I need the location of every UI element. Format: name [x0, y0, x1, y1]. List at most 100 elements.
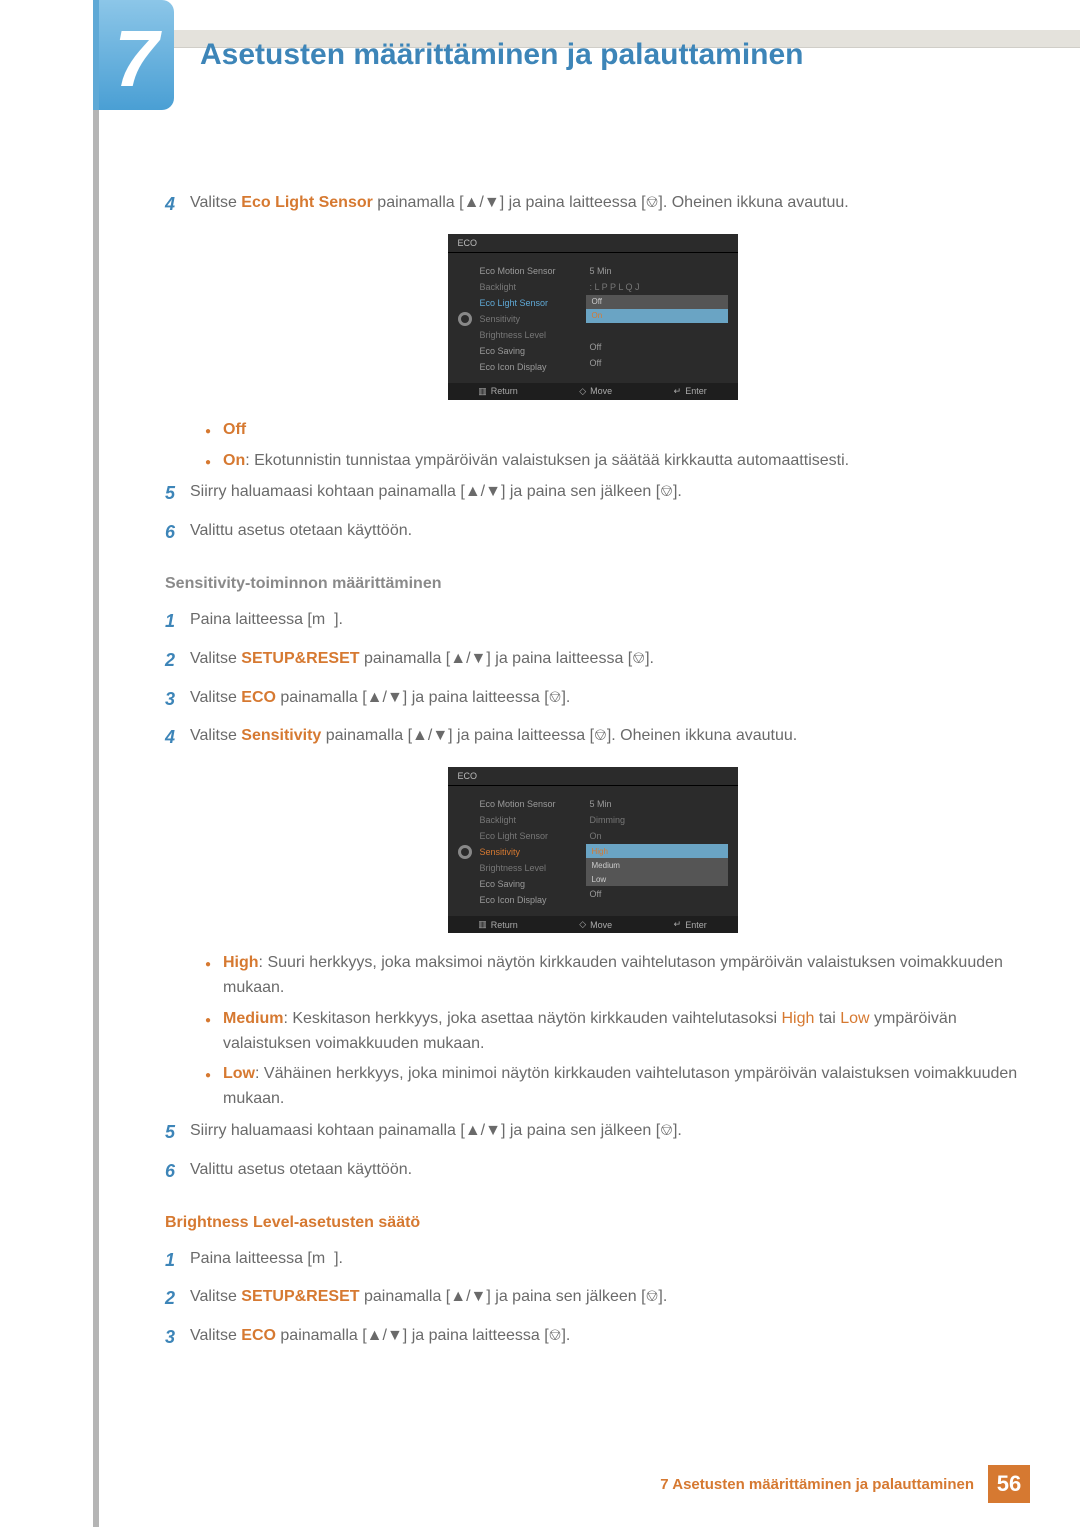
up-down-icon: ▲/▼ [465, 485, 501, 499]
osd-value: 5 Min [586, 796, 728, 812]
osd-item: Eco Icon Display [476, 359, 586, 375]
osd-item: Eco Motion Sensor [476, 263, 586, 279]
osd-item-selected: Eco Light Sensor [476, 295, 586, 311]
osd-item: Sensitivity [476, 311, 586, 327]
step-number: 3 [165, 685, 190, 714]
step-number: 3 [165, 1323, 190, 1352]
step-number: 5 [165, 1118, 190, 1147]
osd-value: Off [586, 886, 728, 902]
bullet-high: ● High: Suuri herkkyys, joka maksimoi nä… [205, 951, 1020, 1001]
osd-value [586, 323, 728, 339]
bullet-icon: ● [205, 951, 223, 1001]
step-number: 4 [165, 190, 190, 219]
up-down-icon: ▲/▼ [412, 729, 448, 743]
enter-icon: ⎊ [549, 690, 562, 704]
osd-value: Off [586, 355, 728, 371]
enter-icon: ⎊ [660, 485, 673, 499]
up-down-icon: ▲/▼ [450, 652, 486, 666]
enter-icon: ⎊ [632, 652, 645, 666]
up-down-icon: ▲/▼ [367, 690, 403, 704]
up-down-icon: ▲/▼ [464, 196, 500, 210]
osd-option-highlight: On [586, 309, 728, 323]
gear-icon [458, 845, 472, 859]
step-c3: 3 Valitse ECO painamalla [▲/▼] ja paina … [165, 1323, 1020, 1352]
osd-value: 5 Min [586, 263, 728, 279]
enter-icon: ⎊ [549, 1329, 562, 1343]
step-6: 6 Valittu asetus otetaan käyttöön. [165, 518, 1020, 547]
step-text: Valittu asetus otetaan käyttöön. [190, 518, 1020, 547]
step-b2: 2 Valitse SETUP&RESET painamalla [▲/▼] j… [165, 646, 1020, 675]
step-number: 1 [165, 607, 190, 636]
chapter-badge: 7 [99, 0, 174, 110]
footer-chapter-title: 7 Asetusten määrittäminen ja palauttamin… [660, 1476, 974, 1493]
bullet-on: ● On: Ekotunnistin tunnistaa ympäröivän … [205, 449, 1020, 474]
osd-item: Eco Saving [476, 343, 586, 359]
enter-icon: ⎊ [646, 196, 659, 210]
step-4: 4 Valitse Eco Light Sensor painamalla [▲… [165, 190, 1020, 219]
bullet-off: ● Off [205, 418, 1020, 443]
step-text: Valitse Eco Light Sensor painamalla [▲/▼… [190, 190, 1020, 219]
osd-menu-1: ECO Eco Motion Sensor Backlight Eco Ligh… [448, 234, 738, 400]
step-text: Siirry haluamaasi kohtaan painamalla [▲/… [190, 479, 1020, 508]
osd-item: Backlight [476, 812, 586, 828]
section-heading-brightness: Brightness Level-asetusten säätö [165, 1214, 1020, 1232]
move-icon: ◇ [579, 386, 586, 397]
osd-footer: ▥Return ◇Move ↵Enter [448, 916, 738, 933]
step-number: 6 [165, 518, 190, 547]
m-icon: m [312, 1250, 325, 1267]
osd-value: : L P P L Q J [586, 279, 728, 295]
content-area: 4 Valitse Eco Light Sensor painamalla [▲… [165, 190, 1020, 1362]
step-c2: 2 Valitse SETUP&RESET painamalla [▲/▼] j… [165, 1284, 1020, 1313]
osd-value: Off [586, 339, 728, 355]
osd-popup: High Medium Low [586, 844, 728, 886]
osd-item: Brightness Level [476, 860, 586, 876]
bullet-icon: ● [205, 1007, 223, 1057]
bullet-medium: ● Medium: Keskitason herkkyys, joka aset… [205, 1007, 1020, 1057]
step-b1: 1 Paina laitteessa [m ]. [165, 607, 1020, 636]
enter-icon: ↵ [674, 386, 682, 397]
osd-item: Backlight [476, 279, 586, 295]
up-down-icon: ▲/▼ [367, 1329, 403, 1343]
page-number: 56 [988, 1465, 1030, 1503]
step-b4: 4 Valitse Sensitivity painamalla [▲/▼] j… [165, 723, 1020, 752]
osd-menu-2: ECO Eco Motion Sensor Backlight Eco Ligh… [448, 767, 738, 933]
osd-title: ECO [448, 234, 738, 253]
osd-item: Eco Motion Sensor [476, 796, 586, 812]
osd-title: ECO [448, 767, 738, 786]
osd-value: On [586, 828, 728, 844]
osd-item: Eco Saving [476, 876, 586, 892]
osd-footer: ▥Return ◇Move ↵Enter [448, 383, 738, 400]
return-icon: ▥ [478, 386, 487, 397]
osd-item: Eco Light Sensor [476, 828, 586, 844]
step-b3: 3 Valitse ECO painamalla [▲/▼] ja paina … [165, 685, 1020, 714]
osd-item: Eco Icon Display [476, 892, 586, 908]
step-6b: 6 Valittu asetus otetaan käyttöön. [165, 1157, 1020, 1186]
m-icon: m [312, 611, 325, 628]
bullet-icon: ● [205, 1062, 223, 1112]
step-number: 1 [165, 1246, 190, 1275]
osd-option: Medium [586, 858, 728, 872]
return-icon: ▥ [478, 919, 487, 930]
up-down-icon: ▲/▼ [465, 1124, 501, 1138]
chapter-number: 7 [114, 19, 159, 99]
page-title: Asetusten määrittäminen ja palauttaminen [200, 38, 804, 72]
osd-value: Dimming [586, 812, 728, 828]
bullet-icon: ● [205, 418, 223, 443]
osd-option: Low [586, 872, 728, 886]
step-number: 5 [165, 479, 190, 508]
bullet-icon: ● [205, 449, 223, 474]
page-footer: 7 Asetusten määrittäminen ja palauttamin… [660, 1465, 1030, 1503]
step-5b: 5 Siirry haluamaasi kohtaan painamalla [… [165, 1118, 1020, 1147]
move-icon: ◇ [579, 919, 586, 930]
enter-icon: ⎊ [594, 729, 607, 743]
osd-option: Off [586, 295, 728, 309]
step-number: 6 [165, 1157, 190, 1186]
bullet-low: ● Low: Vähäinen herkkyys, joka minimoi n… [205, 1062, 1020, 1112]
step-number: 4 [165, 723, 190, 752]
up-down-icon: ▲/▼ [450, 1290, 486, 1304]
enter-icon: ↵ [674, 919, 682, 930]
osd-popup: Off On [586, 295, 728, 323]
section-heading-sensitivity: Sensitivity-toiminnon määrittäminen [165, 575, 1020, 593]
enter-icon: ⎊ [660, 1124, 673, 1138]
osd-item: Brightness Level [476, 327, 586, 343]
